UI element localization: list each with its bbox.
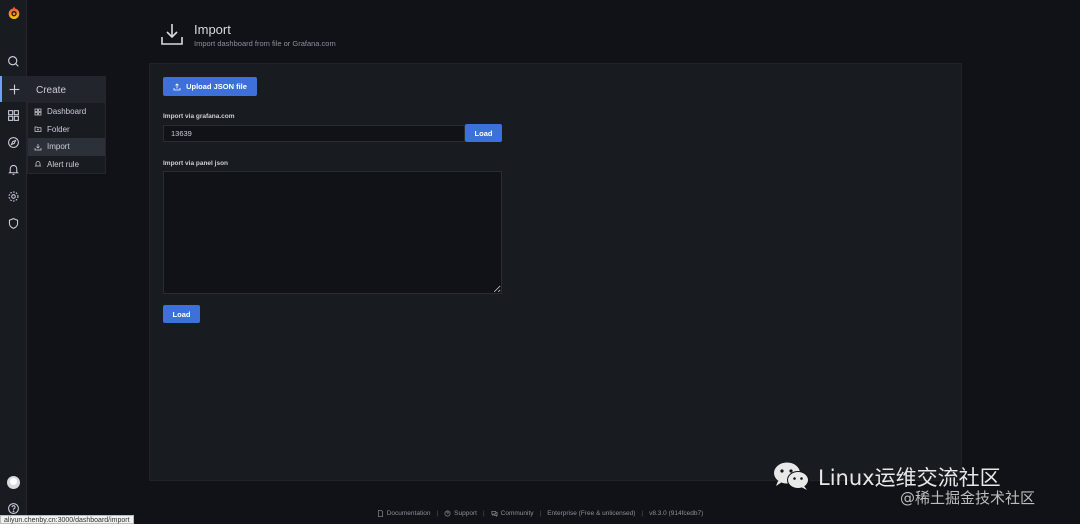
menu-item-alert-rule[interactable]: Alert rule	[28, 156, 105, 174]
status-url: aliyun.chenby.cn:3000/dashboard/import	[0, 515, 134, 524]
footer-enterprise-link[interactable]: Enterprise (Free & unlicensed)	[547, 510, 635, 517]
grafana-import-label: Import via grafana.com	[163, 113, 235, 120]
import-panel: Upload JSON file Import via grafana.com …	[149, 63, 962, 481]
page-title: Import	[194, 22, 231, 37]
bell-icon	[34, 161, 42, 167]
footer-separator: |	[482, 509, 485, 517]
footer-separator: |	[641, 509, 644, 517]
upload-icon	[173, 82, 181, 90]
search-icon[interactable]	[0, 48, 27, 74]
footer-documentation-link[interactable]: Documentation	[377, 509, 431, 517]
menu-item-label: Import	[47, 142, 70, 152]
footer-support-link[interactable]: Support	[444, 510, 477, 517]
question-icon	[444, 510, 451, 516]
document-icon	[377, 509, 383, 517]
upload-json-button[interactable]: Upload JSON file	[163, 77, 257, 96]
shield-icon[interactable]	[0, 210, 27, 236]
grafana-logo-icon[interactable]	[0, 2, 27, 24]
watermark-secondary: @稀土掘金技术社区	[900, 489, 1036, 507]
panel-json-label: Import via panel json	[163, 160, 229, 167]
create-menu: Create Dashboard Folder Import Alert rul…	[27, 76, 106, 174]
bell-icon[interactable]	[0, 156, 27, 182]
import-icon	[161, 24, 183, 45]
compass-icon[interactable]	[0, 129, 27, 155]
footer-separator: |	[539, 509, 542, 517]
panel-json-textarea[interactable]	[163, 171, 502, 294]
wechat-icon	[774, 462, 809, 490]
menu-item-label: Dashboard	[47, 107, 87, 117]
footer-separator: |	[436, 509, 439, 517]
footer-community-link[interactable]: Community	[491, 510, 534, 517]
page-subtitle: Import dashboard from file or Grafana.co…	[194, 39, 336, 48]
footer: Documentation | Support | Community | En…	[0, 506, 1080, 520]
plus-icon[interactable]	[0, 76, 27, 102]
create-menu-title[interactable]: Create	[28, 77, 105, 103]
load-json-button[interactable]: Load	[163, 305, 200, 323]
import-icon	[34, 143, 42, 151]
gear-icon[interactable]	[0, 183, 27, 209]
menu-item-dashboard[interactable]: Dashboard	[28, 103, 105, 121]
user-avatar[interactable]	[7, 476, 20, 489]
apps-icon	[34, 108, 42, 116]
footer-support-label: Support	[454, 509, 477, 517]
footer-documentation-label: Documentation	[386, 509, 431, 517]
upload-json-label: Upload JSON file	[186, 82, 247, 91]
footer-community-label: Community	[500, 509, 534, 517]
menu-item-import[interactable]: Import	[28, 138, 105, 156]
load-grafana-button[interactable]: Load	[465, 124, 502, 142]
comments-icon	[491, 510, 498, 517]
footer-enterprise-label: Enterprise (Free & unlicensed)	[547, 509, 636, 517]
footer-version: v8.3.0 (914fcedb7)	[649, 509, 704, 517]
menu-item-folder[interactable]: Folder	[28, 121, 105, 139]
grafana-id-input[interactable]	[163, 125, 465, 142]
folder-plus-icon	[34, 126, 42, 133]
sidebar	[0, 0, 27, 524]
menu-item-label: Folder	[47, 124, 70, 134]
grid-icon[interactable]	[0, 102, 27, 128]
menu-item-label: Alert rule	[47, 159, 80, 169]
grafana-app: Create Dashboard Folder Import Alert rul…	[0, 0, 1080, 524]
